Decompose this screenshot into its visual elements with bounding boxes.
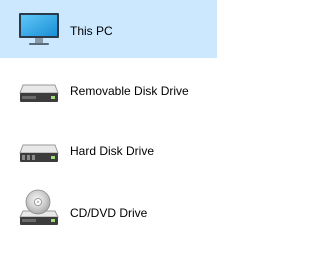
removable-drive-icon [17,69,61,113]
drive-list: This PC Removable Disk Drive Hard Disk D… [0,0,217,257]
list-item-hard-disk-drive[interactable]: Hard Disk Drive [0,122,217,180]
hard-drive-icon [17,129,61,173]
list-item-label: Hard Disk Drive [70,144,155,158]
list-item-label: This PC [70,24,113,38]
cd-dvd-drive-icon [17,185,61,229]
list-item-label: Removable Disk Drive [70,84,189,98]
list-item-cd-dvd-drive[interactable]: CD/DVD Drive [0,182,217,240]
monitor-icon [17,7,61,51]
list-item-removable-disk-drive[interactable]: Removable Disk Drive [0,62,217,120]
list-item-label: CD/DVD Drive [70,206,148,220]
list-item-this-pc[interactable]: This PC [0,0,217,58]
